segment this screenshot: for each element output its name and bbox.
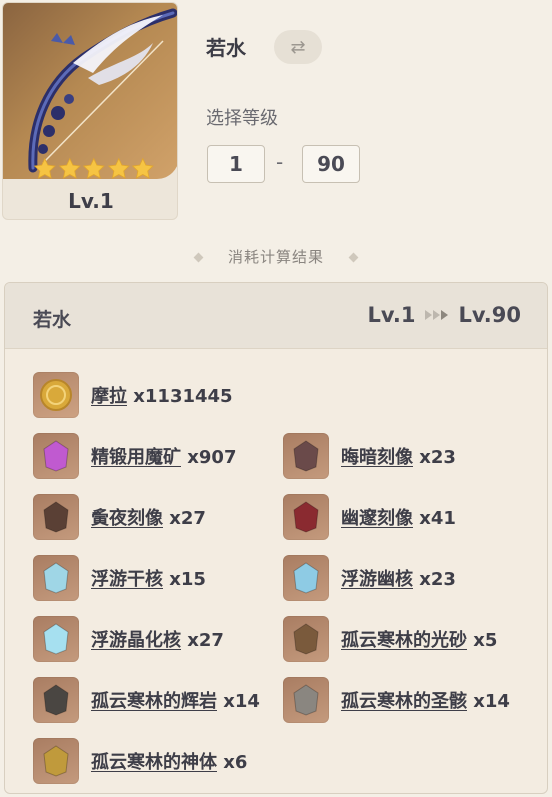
material-qty: x41 (419, 508, 456, 529)
material-name[interactable]: 孤云寒林的辉岩 (91, 691, 217, 712)
material-item[interactable]: 浮游干核 x15 (33, 555, 206, 601)
material-qty: x14 (473, 691, 510, 712)
material-name[interactable]: 孤云寒林的圣骸 (341, 691, 467, 712)
material-qty: x1131445 (133, 386, 233, 407)
material-name[interactable]: 孤云寒林的光砂 (341, 630, 467, 651)
diamond-right-icon (348, 252, 359, 263)
level-to-input[interactable]: 90 (302, 145, 360, 183)
floating-dim-core-icon (283, 555, 329, 601)
material-label: 孤云寒林的神体 x6 (91, 748, 247, 774)
material-qty: x27 (169, 508, 206, 529)
mora-coin-icon (33, 372, 79, 418)
guyun-rock-icon (33, 677, 79, 723)
material-name[interactable]: 晦暗刻像 (341, 447, 413, 468)
weapon-image (3, 3, 177, 179)
star-icon (132, 157, 155, 179)
material-name[interactable]: 夤夜刻像 (91, 508, 163, 529)
result-weapon-name: 若水 (33, 309, 72, 331)
material-item[interactable]: 晦暗刻像 x23 (283, 433, 456, 479)
section-title: 消耗计算结果 (0, 246, 552, 267)
material-label: 浮游晶化核 x27 (91, 626, 224, 652)
night-statue-icon (33, 494, 79, 540)
result-to-level: Lv.90 (458, 303, 521, 327)
material-label: 摩拉 x1131445 (91, 382, 233, 408)
material-item[interactable]: 孤云寒林的神体 x6 (33, 738, 247, 784)
guyun-sand-icon (283, 616, 329, 662)
weapon-level-label: Lv.1 (68, 189, 114, 213)
material-item[interactable]: 夤夜刻像 x27 (33, 494, 206, 540)
material-label: 浮游干核 x15 (91, 565, 206, 591)
result-header: 若水 Lv.1 Lv.90 (5, 283, 547, 349)
result-panel: 若水 Lv.1 Lv.90 摩拉 x1131445 精锻用魔矿 x907 晦暗刻像 … (4, 282, 548, 794)
material-item[interactable]: 浮游幽核 x23 (283, 555, 456, 601)
deep-statue-icon (283, 494, 329, 540)
material-item[interactable]: 摩拉 x1131445 (33, 372, 233, 418)
material-label: 幽邃刻像 x41 (341, 504, 456, 530)
result-level-range: Lv.1 Lv.90 (367, 303, 521, 327)
floating-crystal-core-icon (33, 616, 79, 662)
bow-icon (28, 8, 177, 173)
level-from-input[interactable]: 1 (207, 145, 265, 183)
material-name[interactable]: 摩拉 (91, 386, 127, 407)
result-from-level: Lv.1 (367, 303, 416, 327)
material-item[interactable]: 幽邃刻像 x41 (283, 494, 456, 540)
rarity-stars (33, 157, 155, 183)
material-qty: x23 (419, 569, 456, 590)
material-name[interactable]: 精锻用魔矿 (91, 447, 181, 468)
arrow-icon (425, 310, 449, 320)
diamond-left-icon (193, 252, 204, 263)
material-name[interactable]: 浮游幽核 (341, 569, 413, 590)
level-separator: - (276, 150, 284, 174)
material-name[interactable]: 浮游晶化核 (91, 630, 181, 651)
material-item[interactable]: 孤云寒林的圣骸 x14 (283, 677, 510, 723)
guyun-relic-icon (283, 677, 329, 723)
material-label: 夤夜刻像 x27 (91, 504, 206, 530)
star-icon (58, 157, 81, 179)
material-qty: x14 (223, 691, 260, 712)
material-item[interactable]: 孤云寒林的辉岩 x14 (33, 677, 260, 723)
swap-icon: ⇄ (290, 36, 306, 58)
star-icon (82, 157, 105, 179)
material-item[interactable]: 浮游晶化核 x27 (33, 616, 224, 662)
material-name[interactable]: 幽邃刻像 (341, 508, 413, 529)
dim-statue-icon (283, 433, 329, 479)
guyun-divine-icon (33, 738, 79, 784)
material-item[interactable]: 孤云寒林的光砂 x5 (283, 616, 497, 662)
star-icon (107, 157, 130, 179)
material-label: 孤云寒林的辉岩 x14 (91, 687, 260, 713)
material-qty: x5 (473, 630, 498, 651)
section-title-text: 消耗计算结果 (227, 248, 324, 266)
material-label: 晦暗刻像 x23 (341, 443, 456, 469)
crystal-ore-icon (33, 433, 79, 479)
weapon-card[interactable]: Lv.1 (2, 2, 178, 220)
material-qty: x907 (187, 447, 237, 468)
material-qty: x23 (419, 447, 456, 468)
weapon-name: 若水 (206, 36, 246, 60)
material-qty: x6 (223, 752, 248, 773)
material-qty: x15 (169, 569, 206, 590)
floating-core-icon (33, 555, 79, 601)
swap-button[interactable]: ⇄ (274, 30, 322, 64)
material-label: 孤云寒林的光砂 x5 (341, 626, 497, 652)
material-item[interactable]: 精锻用魔矿 x907 (33, 433, 236, 479)
material-name[interactable]: 浮游干核 (91, 569, 163, 590)
material-qty: x27 (187, 630, 224, 651)
material-label: 精锻用魔矿 x907 (91, 443, 236, 469)
material-name[interactable]: 孤云寒林的神体 (91, 752, 217, 773)
material-label: 浮游幽核 x23 (341, 565, 456, 591)
star-icon (33, 157, 56, 179)
select-level-label: 选择等级 (206, 108, 278, 129)
material-label: 孤云寒林的圣骸 x14 (341, 687, 510, 713)
